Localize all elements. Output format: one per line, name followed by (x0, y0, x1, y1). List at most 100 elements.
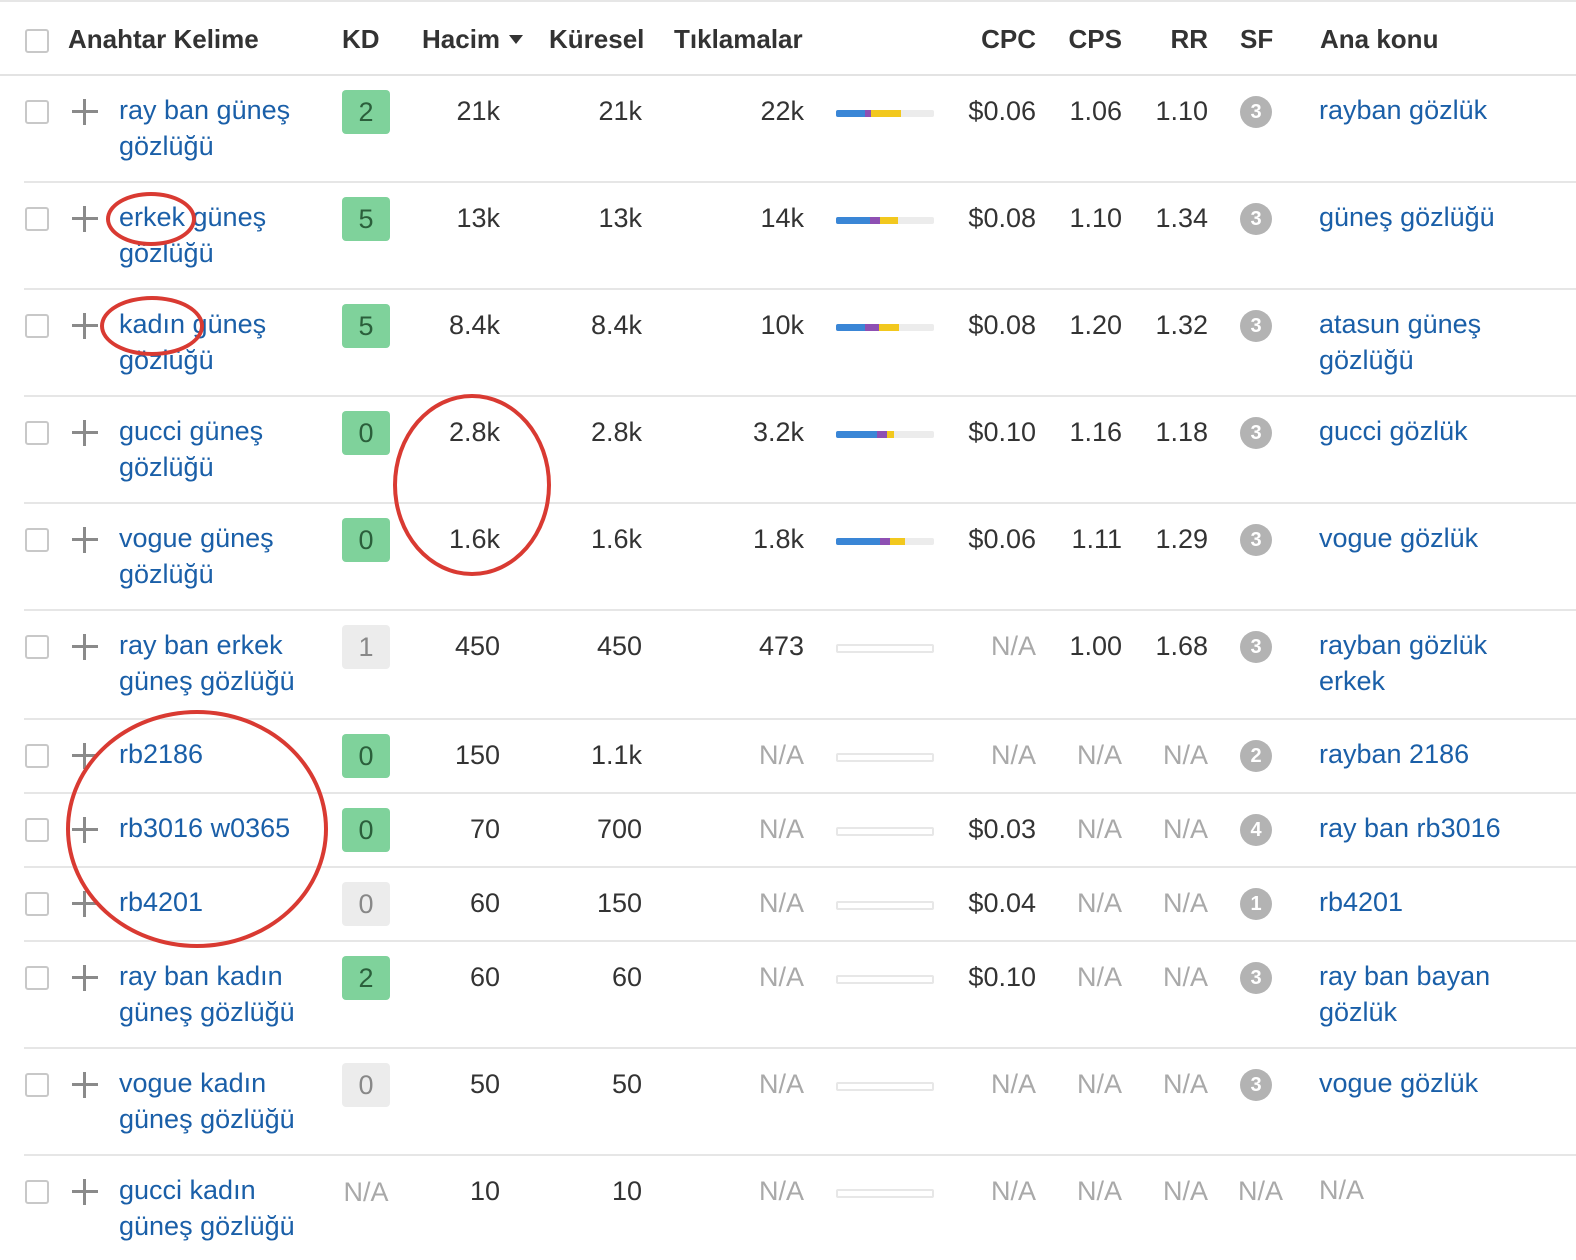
other-clicks-segment (879, 324, 899, 331)
header-parent-topic[interactable]: Ana konu (1320, 24, 1438, 55)
keyword-link[interactable]: rb4201 (119, 884, 334, 920)
add-keyword-icon[interactable] (72, 313, 98, 339)
add-keyword-icon[interactable] (72, 965, 98, 991)
table-row: ray ban erkek güneş gözlüğü 1 450 450 473 N/A… (24, 611, 1576, 720)
row-checkbox[interactable] (25, 892, 49, 916)
keyword-link[interactable]: gucci güneş gözlüğü (119, 413, 334, 485)
keyword-link[interactable]: rb3016 w0365 (119, 810, 334, 846)
row-checkbox[interactable] (25, 1073, 49, 1097)
volume-value: 8.4k (448, 310, 500, 340)
header-keyword[interactable]: Anahtar Kelime (68, 24, 259, 55)
keyword-link[interactable]: ray ban kadın güneş gözlüğü (119, 958, 334, 1030)
keyword-link[interactable]: erkek güneş gözlüğü (119, 199, 334, 271)
row-checkbox[interactable] (25, 635, 49, 659)
row-checkbox[interactable] (25, 207, 49, 231)
kd-badge: 0 (342, 411, 390, 455)
parent-topic-link[interactable]: vogue gözlük (1319, 1065, 1549, 1101)
clicks-distribution-bar (836, 538, 934, 545)
header-kd[interactable]: KD (342, 24, 380, 55)
parent-topic-link[interactable]: atasun güneş gözlüğü (1319, 306, 1549, 378)
serp-features-count-badge[interactable]: 2 (1240, 740, 1272, 772)
row-checkbox[interactable] (25, 314, 49, 338)
kd-badge: 1 (342, 625, 390, 669)
parent-topic-link[interactable]: rayban 2186 (1319, 736, 1549, 772)
keyword-link[interactable]: vogue kadın güneş gözlüğü (119, 1065, 334, 1137)
cps-value: 1.06 (1069, 96, 1122, 126)
serp-features-count-badge[interactable]: 3 (1240, 524, 1272, 556)
other-clicks-segment (889, 538, 905, 545)
sort-descending-icon (509, 34, 524, 44)
add-keyword-icon[interactable] (72, 420, 98, 446)
global-value: 10 (611, 1176, 642, 1206)
serp-features-count-badge[interactable]: 3 (1240, 1069, 1272, 1101)
serp-features-count-badge[interactable]: 1 (1240, 888, 1272, 920)
cpc-value: $0.06 (968, 96, 1036, 126)
select-all-checkbox[interactable] (25, 29, 49, 53)
volume-value: 150 (454, 740, 500, 770)
row-checkbox[interactable] (25, 421, 49, 445)
row-checkbox[interactable] (25, 744, 49, 768)
header-sf[interactable]: SF (1240, 24, 1273, 55)
serp-features-count-badge[interactable]: 4 (1240, 814, 1272, 846)
add-keyword-icon[interactable] (72, 527, 98, 553)
keyword-link[interactable]: kadın güneş gözlüğü (119, 306, 334, 378)
keyword-link[interactable]: ray ban güneş gözlüğü (119, 92, 334, 164)
serp-features-count-badge[interactable]: 3 (1240, 96, 1272, 128)
parent-topic-link[interactable]: vogue gözlük (1319, 520, 1549, 556)
cpc-value: $0.04 (968, 888, 1036, 918)
volume-value: 21k (456, 96, 500, 126)
row-checkbox[interactable] (25, 1180, 49, 1204)
keyword-link[interactable]: gucci kadın güneş gözlüğü (119, 1172, 334, 1244)
clicks-distribution-bar (836, 1082, 934, 1091)
header-volume[interactable]: Hacim (422, 24, 524, 55)
clicks-distribution-bar (836, 217, 934, 224)
parent-topic-link[interactable]: ray ban rb3016 (1319, 810, 1549, 846)
organic-clicks-segment (836, 217, 871, 224)
add-keyword-icon[interactable] (72, 743, 98, 769)
header-clicks[interactable]: Tıklamalar (674, 24, 803, 55)
clicks-value: 3.2k (752, 417, 804, 447)
header-cpc[interactable]: CPC (940, 24, 1036, 55)
volume-value: 60 (469, 962, 500, 992)
global-value: 60 (611, 962, 642, 992)
add-keyword-icon[interactable] (72, 99, 98, 125)
cps-value: 1.20 (1069, 310, 1122, 340)
add-keyword-icon[interactable] (72, 891, 98, 917)
parent-topic-link[interactable]: ray ban bayan gözlük (1319, 958, 1549, 1030)
add-keyword-icon[interactable] (72, 1179, 98, 1205)
serp-features-count-badge[interactable]: 3 (1240, 203, 1272, 235)
clicks-value: N/A (758, 1069, 804, 1099)
rr-value: N/A (1162, 962, 1208, 992)
row-checkbox[interactable] (25, 528, 49, 552)
parent-topic-link[interactable]: rayban gözlük (1319, 92, 1549, 128)
add-keyword-icon[interactable] (72, 1072, 98, 1098)
cpc-value: $0.08 (968, 203, 1036, 233)
parent-topic-link[interactable]: güneş gözlüğü (1319, 199, 1549, 235)
parent-topic-link[interactable]: gucci gözlük (1319, 413, 1549, 449)
parent-topic-link[interactable]: rayban gözlük erkek (1319, 627, 1549, 699)
kd-badge: N/A (343, 1177, 389, 1207)
keyword-link[interactable]: vogue güneş gözlüğü (119, 520, 334, 592)
parent-topic-link[interactable]: rb4201 (1319, 884, 1549, 920)
rr-value: 1.32 (1155, 310, 1208, 340)
add-keyword-icon[interactable] (72, 817, 98, 843)
header-global[interactable]: Küresel (549, 24, 644, 55)
keyword-link[interactable]: ray ban erkek güneş gözlüğü (119, 627, 334, 699)
cps-value: N/A (1076, 1176, 1122, 1206)
header-rr[interactable]: RR (1130, 24, 1208, 55)
header-cps[interactable]: CPS (1040, 24, 1122, 55)
row-checkbox[interactable] (25, 100, 49, 124)
serp-features-count-badge[interactable]: 3 (1240, 310, 1272, 342)
row-checkbox[interactable] (25, 818, 49, 842)
volume-value: 70 (469, 814, 500, 844)
serp-features-count-badge[interactable]: 3 (1240, 631, 1272, 663)
add-keyword-icon[interactable] (72, 634, 98, 660)
serp-features-count-badge[interactable]: 3 (1240, 417, 1272, 449)
serp-features-count-badge[interactable]: 3 (1240, 962, 1272, 994)
clicks-value: 1.8k (752, 524, 804, 554)
global-value: 150 (596, 888, 642, 918)
table-row: rb2186 0 150 1.1k N/A N/A N/A N/A 2 rayban 2186 (24, 720, 1576, 794)
add-keyword-icon[interactable] (72, 206, 98, 232)
row-checkbox[interactable] (25, 966, 49, 990)
keyword-link[interactable]: rb2186 (119, 736, 334, 772)
